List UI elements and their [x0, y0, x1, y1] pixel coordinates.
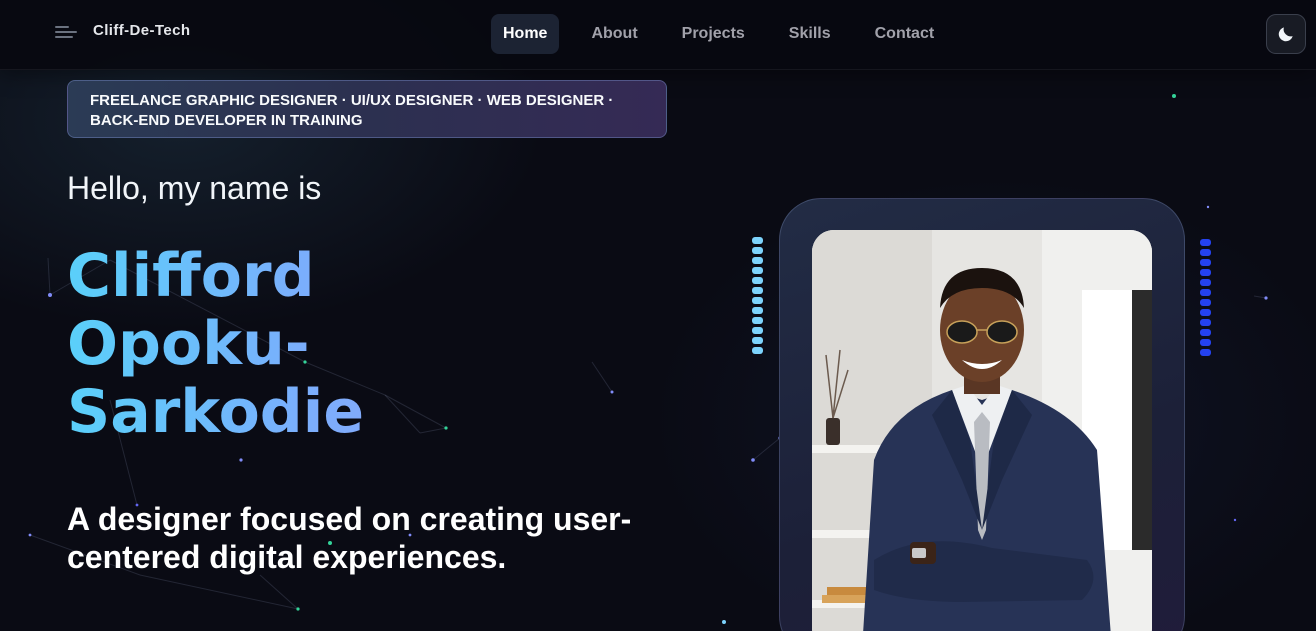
greeting: Hello, my name is [67, 170, 322, 206]
brand[interactable]: Cliff-De-Tech [55, 22, 190, 39]
navbar: Cliff-De-Tech Home About Projects Skills… [0, 0, 1316, 70]
nav-links: Home About Projects Skills Contact [491, 14, 946, 54]
hero-name-line-2: Opoku- [67, 309, 310, 379]
portrait-illustration [812, 230, 1152, 631]
tagline-line-2: BACK-END DEVELOPER IN TRAINING [90, 112, 363, 129]
nav-link-skills[interactable]: Skills [777, 14, 843, 54]
decor-stripe-left [752, 237, 763, 354]
hero-name: Clifford Opoku- Sarkodie [67, 242, 587, 446]
brand-logo-icon [55, 23, 79, 39]
role-tagline: FREELANCE GRAPHIC DESIGNER · UI/UX DESIG… [67, 80, 667, 138]
nav-link-contact[interactable]: Contact [863, 14, 947, 54]
portrait-photo [812, 230, 1152, 631]
hero-subtitle: A designer focused on creating user-cent… [67, 501, 632, 575]
moon-icon [1278, 27, 1293, 42]
decor-stripe-right [1200, 239, 1211, 356]
nav-link-projects[interactable]: Projects [670, 14, 757, 54]
hero-name-line-3: Sarkodie [67, 377, 365, 447]
tagline-line-1: FREELANCE GRAPHIC DESIGNER · UI/UX DESIG… [90, 92, 614, 109]
nav-link-about[interactable]: About [579, 14, 649, 54]
brand-name: Cliff-De-Tech [93, 22, 191, 39]
theme-toggle-button[interactable] [1266, 14, 1306, 54]
nav-link-home[interactable]: Home [491, 14, 560, 54]
hero-name-line-1: Clifford [67, 241, 315, 311]
